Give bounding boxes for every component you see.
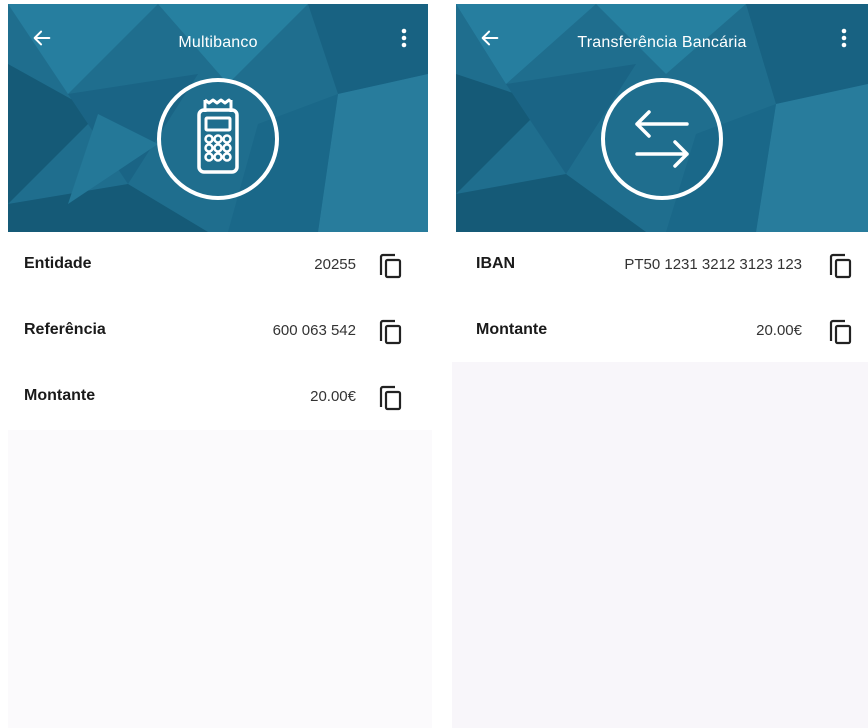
page-title: Multibanco [178,34,258,51]
referencia-row: Referência 600 063 542 [0,311,432,351]
payment-terminal-icon [157,78,279,200]
entidade-row: Entidade 20255 [0,245,432,285]
entidade-label: Entidade [24,255,92,272]
copy-icon[interactable] [378,253,402,279]
montante-row: Montante 20.00€ [0,377,432,417]
more-vertical-icon [841,28,847,48]
more-menu-button[interactable] [832,22,856,54]
entidade-value: 20255 [314,256,356,273]
transfer-arrows-icon [601,78,723,200]
montante-label: Montante [24,387,96,404]
more-vertical-icon [401,28,407,48]
transferencia-header: Transferência Bancária [456,4,868,232]
multibanco-screen: Multibanco Entidade 20255 Referência 600… [0,0,432,728]
page-title: Transferência Bancária [577,34,747,51]
copy-icon[interactable] [828,319,852,345]
copy-icon[interactable] [378,319,402,345]
iban-value: PT50 1231 3212 3123 123 [624,256,802,273]
iban-label: IBAN [476,255,516,272]
copy-icon[interactable] [378,385,402,411]
referencia-value: 600 063 542 [272,322,356,339]
transferencia-screen: Transferência Bancária IBAN PT50 1231 32… [452,0,868,728]
content-area [8,430,432,728]
multibanco-header: Multibanco [8,4,428,232]
montante-value: 20.00€ [756,322,802,339]
copy-icon[interactable] [828,253,852,279]
referencia-label: Referência [24,321,106,338]
montante-row: Montante 20.00€ [452,311,868,351]
montante-label: Montante [476,321,548,338]
more-menu-button[interactable] [392,22,416,54]
content-area [452,362,868,728]
iban-row: IBAN PT50 1231 3212 3123 123 [452,245,868,285]
montante-value: 20.00€ [310,388,356,405]
